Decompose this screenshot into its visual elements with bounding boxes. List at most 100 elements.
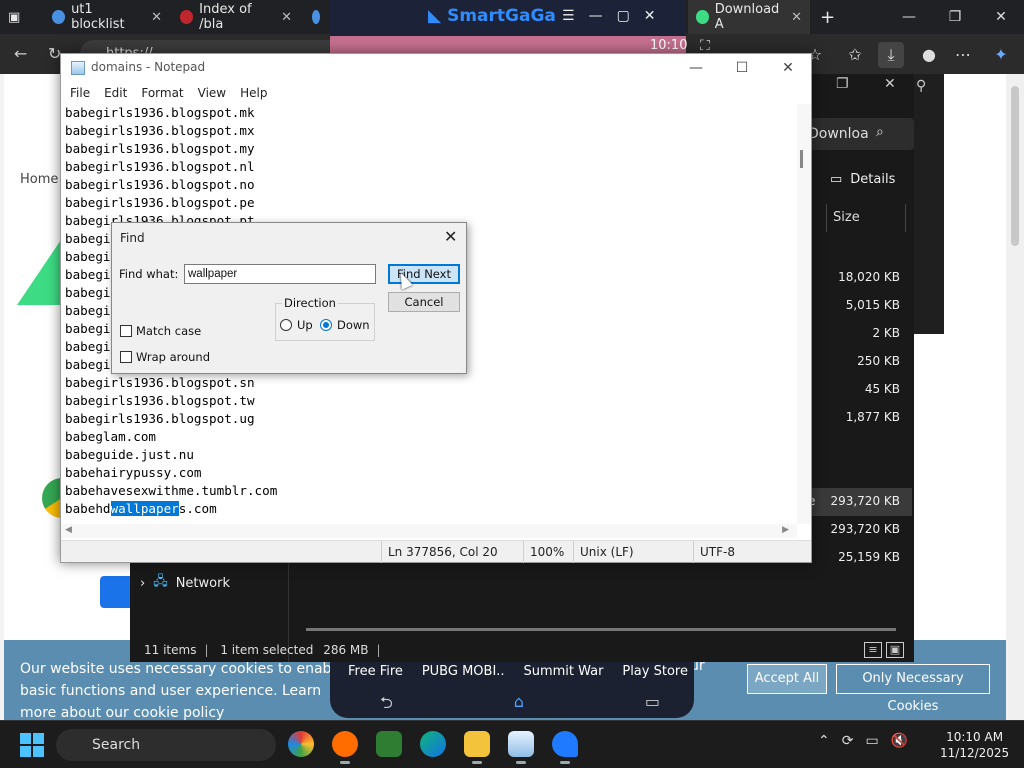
maximize-button[interactable]: ▢ [617,8,630,24]
opera-icon [180,10,194,24]
tab-close-icon[interactable]: ✕ [281,10,292,25]
chevron-up-icon[interactable]: ⌃ [818,733,830,749]
start-button[interactable] [20,733,44,757]
find-what-label: Find what: [119,267,179,281]
direction-up-label[interactable]: Up [297,318,313,332]
home-icon[interactable]: ⌂ [514,692,524,719]
match-case-checkbox[interactable] [120,325,132,337]
hamburger-menu-icon[interactable]: ☰ [562,8,575,24]
minimize-button[interactable]: — [886,0,932,34]
details-view-icon[interactable]: ≡ [864,642,882,658]
explorer-close-button[interactable]: ✕ [884,76,896,92]
breadcrumb[interactable]: Home [20,172,58,187]
menu-view[interactable]: View [191,82,233,104]
text-before-match: babehd [65,501,111,516]
android-icon [696,10,709,24]
menu-format[interactable]: Format [134,82,190,104]
match-case-label[interactable]: Match case [136,324,201,338]
taskbar-search-box[interactable]: Search [56,729,276,761]
menu-help[interactable]: Help [233,82,274,104]
tab-download[interactable]: Download A ✕ [688,0,810,34]
page-scrollbar[interactable] [1006,74,1024,720]
tiles-view-icon[interactable]: ▣ [886,642,904,658]
emulator-app-list: Free Fire PUBG MOBI.. Summit War Play St… [348,664,688,679]
new-tab-button[interactable]: + [812,0,842,34]
explorer-search-input[interactable]: Downloa [804,118,914,150]
edge-icon[interactable] [420,731,446,757]
tab-close-icon[interactable]: ✕ [151,10,162,25]
maximize-button[interactable]: ☐ [719,54,765,82]
notepad-horizontal-scrollbar[interactable]: ◀ ▶ [61,524,797,538]
app-pubg[interactable]: PUBG MOBI.. [422,664,505,679]
scroll-right-arrow-icon[interactable]: ▶ [782,525,789,535]
explorer-maximize-button[interactable]: ❐ [836,76,849,92]
notepad-taskbar-icon[interactable] [508,731,534,764]
line-ending: Unix (LF) [573,541,634,563]
direction-up-radio[interactable] [280,319,292,331]
app-free-fire[interactable]: Free Fire [348,664,403,679]
taskbar-clock[interactable]: 10:10 AM 11/12/2025 [940,729,1009,761]
close-button[interactable]: ✕ [644,8,656,24]
tab-actions-icon: ▣ [8,9,21,25]
cursor-position: Ln 377856, Col 20 [381,541,498,563]
cancel-button[interactable]: Cancel [388,292,460,312]
explorer-status-bar: 11 items | 1 item selected 286 MB | [144,643,381,657]
notepad-vertical-scrollbar[interactable] [797,104,811,524]
sheet-app-icon[interactable] [376,731,402,757]
nav-item-network[interactable]: › 🖧 Network [140,572,230,594]
file-explorer-icon[interactable] [464,731,490,764]
scroll-left-arrow-icon[interactable]: ◀ [65,525,72,535]
accept-all-button[interactable]: Accept All [747,664,827,694]
text-line: babegirls1936.blogspot.my [65,141,255,156]
close-button[interactable]: ✕ [978,0,1024,34]
find-what-input[interactable] [184,264,376,284]
sync-icon[interactable]: ⟳ [842,733,854,749]
file-size: 2 KB [872,326,900,340]
details-pane-button[interactable]: ▭ Details [830,172,895,187]
back-icon[interactable]: ⮌ [380,692,393,719]
more-menu-icon[interactable]: ⋯ [950,42,976,68]
tab-close-icon[interactable]: ✕ [791,10,802,25]
close-button[interactable]: ✕ [765,54,811,82]
tab-index[interactable]: Index of /bla ✕ [172,0,300,34]
vlc-icon[interactable] [332,731,358,764]
scrollbar-thumb[interactable] [1011,86,1019,246]
tab-actions-button[interactable]: ▣ [0,0,40,34]
back-arrow-icon[interactable]: ← [14,44,27,63]
find-close-icon[interactable]: ✕ [444,227,457,246]
scrollbar-thumb[interactable] [800,150,803,168]
app-play-store[interactable]: Play Store [622,664,688,679]
recents-icon[interactable]: ▭ [645,692,660,719]
favorites-icon[interactable]: ✩ [842,42,868,68]
search-icon[interactable]: ⌕ [876,124,884,140]
network-status-icon[interactable]: ▭ [865,733,878,749]
volume-icon[interactable]: 🔇 [891,733,908,749]
size-column-header[interactable]: Size [826,204,906,232]
smartgaga-icon[interactable] [552,731,578,764]
fullscreen-icon[interactable]: ⛶ [700,38,710,54]
profile-avatar-icon[interactable]: ● [916,42,942,68]
wrap-around-checkbox[interactable] [120,351,132,363]
copilot-icon[interactable]: ✦ [988,42,1014,68]
pin-icon[interactable]: ⚲ [916,78,926,94]
selection-size: 286 MB [323,643,369,657]
tab-blocklist[interactable]: ut1 blocklist ✕ [44,0,170,34]
colorful-app-icon[interactable] [288,731,314,757]
only-necessary-button[interactable]: Only Necessary Cookies [836,664,990,714]
swan-logo-icon: ◣ [428,6,442,26]
maximize-button[interactable]: ❐ [932,0,978,34]
windows-logo-tile [33,733,44,744]
app-summit-war[interactable]: Summit War [523,664,603,679]
explorer-horizontal-scrollbar[interactable] [306,628,896,631]
direction-down-radio[interactable] [320,319,332,331]
minimize-button[interactable]: — [673,54,719,82]
menu-edit[interactable]: Edit [97,82,134,104]
chevron-right-icon[interactable]: › [140,576,145,591]
menu-file[interactable]: File [63,82,97,104]
direction-down-label[interactable]: Down [337,318,370,332]
wrap-around-label[interactable]: Wrap around [136,350,210,364]
tab-search[interactable] [304,0,328,34]
minimize-button[interactable]: — [589,8,603,24]
download-icon[interactable]: ⤓ [878,42,904,68]
search-icon [312,10,320,24]
